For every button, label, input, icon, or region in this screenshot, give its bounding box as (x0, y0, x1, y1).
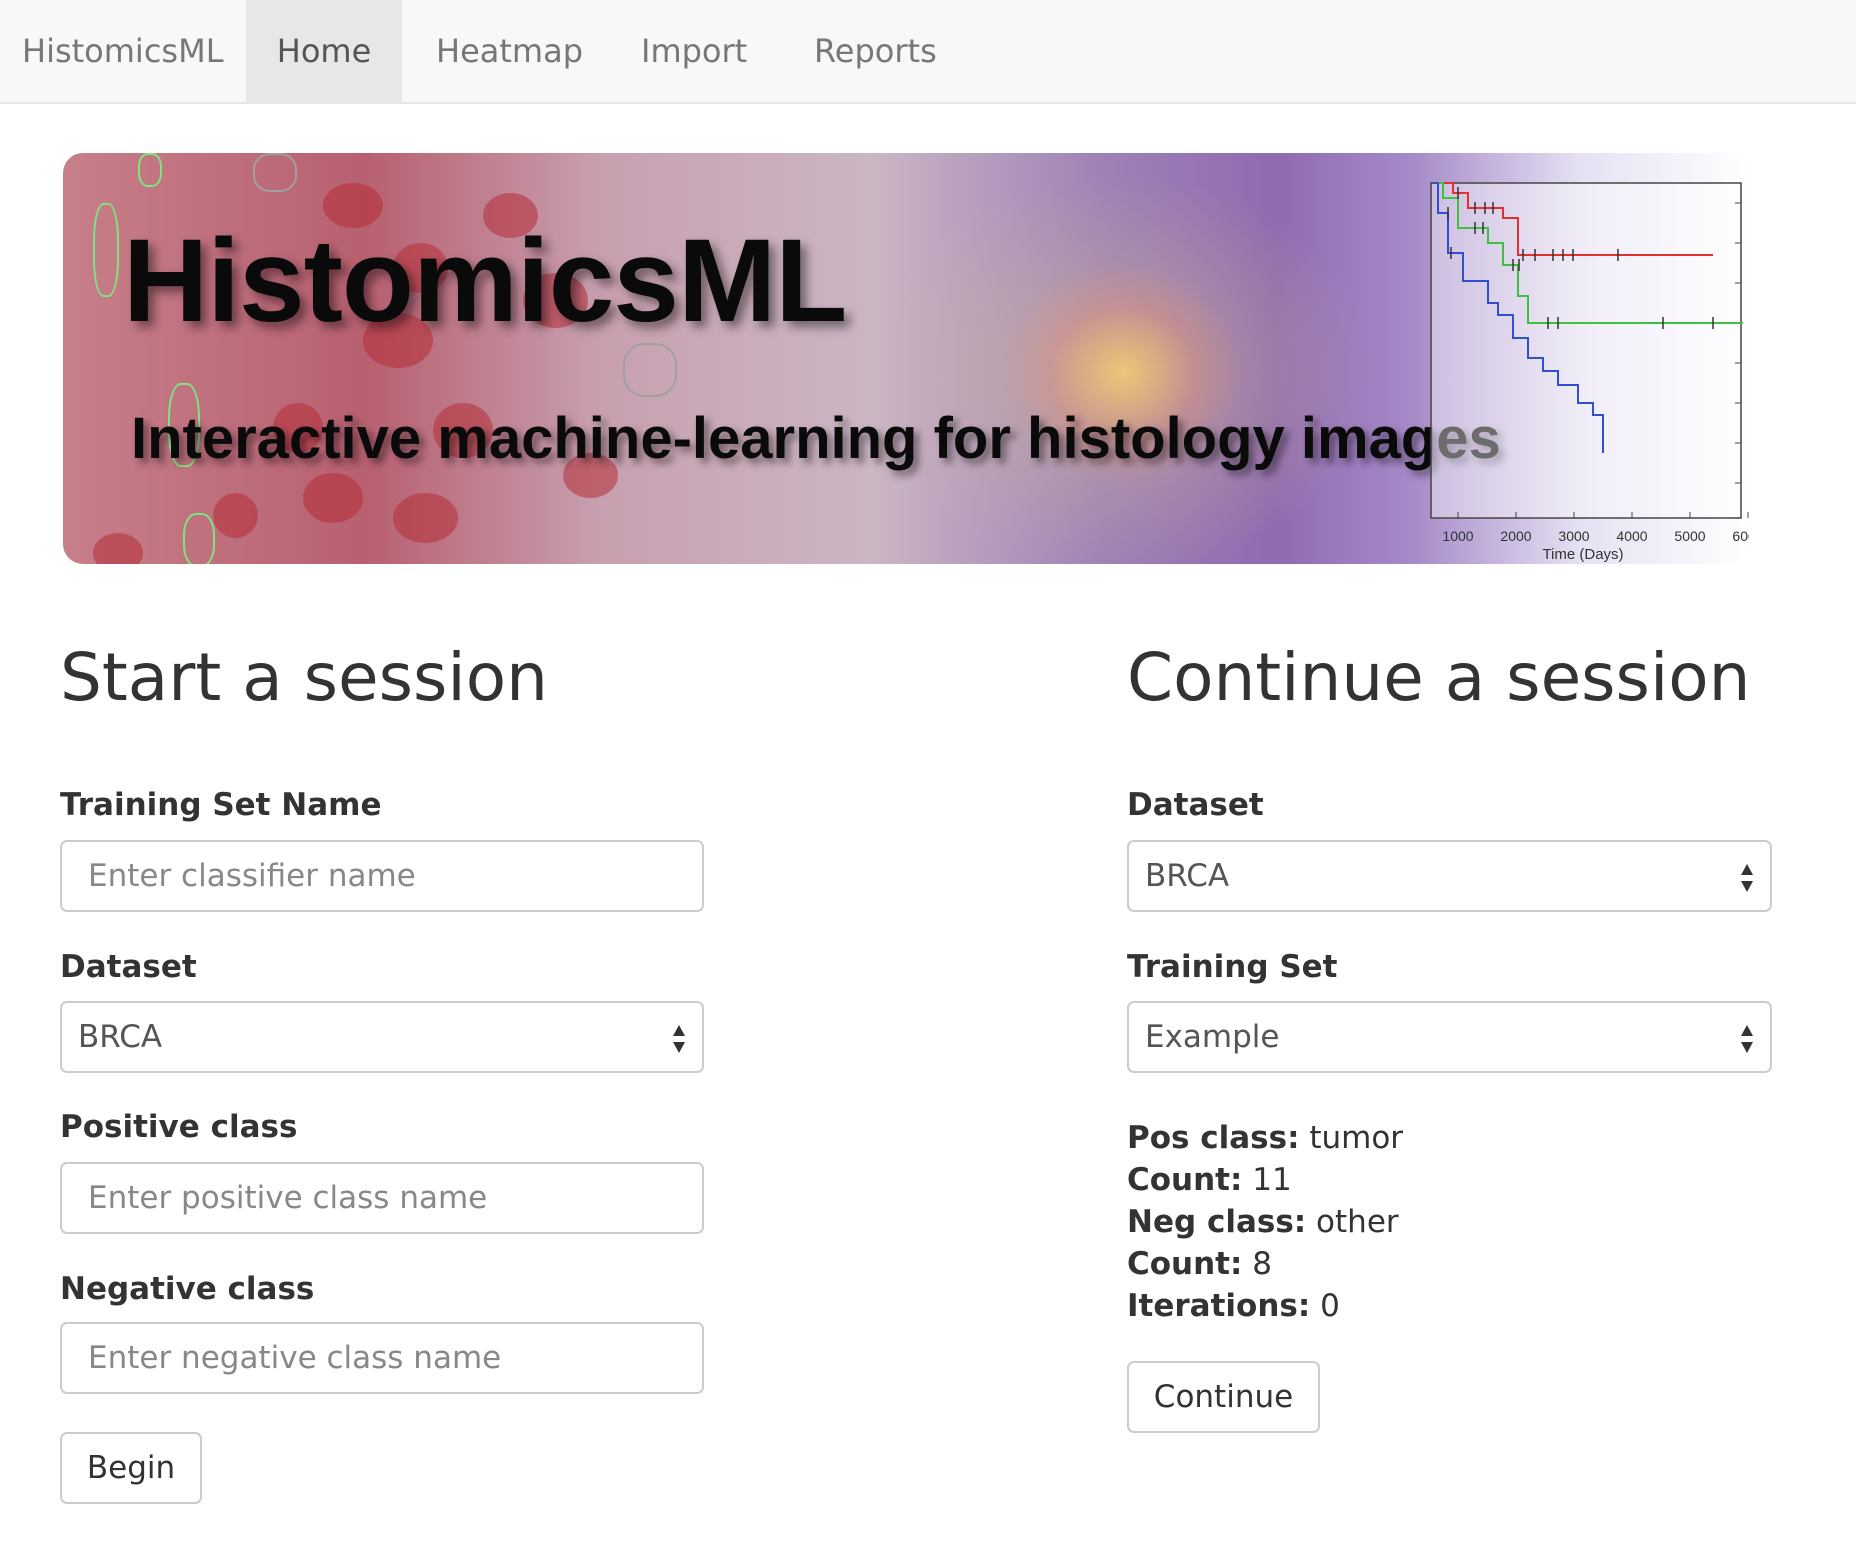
nav-item-import[interactable]: Import (641, 0, 747, 102)
iterations-value: 0 (1320, 1288, 1340, 1324)
select-arrows-icon (673, 1025, 685, 1053)
training-set-label: Training Set (1127, 949, 1338, 985)
continue-button[interactable]: Continue (1127, 1361, 1320, 1433)
start-dataset-select[interactable]: BRCA (60, 1001, 704, 1073)
top-navbar: HistomicsML Home Heatmap Import Reports (0, 0, 1856, 104)
negative-class-input[interactable] (88, 1324, 702, 1392)
banner-title: HistomicsML (123, 215, 847, 347)
positive-class-label: Positive class (60, 1109, 298, 1145)
pos-class-info: Pos class: tumor (1127, 1120, 1403, 1156)
neg-count-label: Count: (1127, 1246, 1243, 1282)
km-x-axis-label: Time (Days) (1542, 546, 1623, 563)
km-x-tick-label: 1000 (1442, 528, 1473, 544)
iterations-info: Iterations: 0 (1127, 1288, 1340, 1324)
negative-class-field (60, 1322, 704, 1394)
km-x-tick-label: 4000 (1616, 528, 1647, 544)
kaplan-meier-chart: 1000 2000 3000 4000 5000 6000 Time (Days) (1430, 182, 1749, 563)
km-x-tick-label: 3000 (1558, 528, 1589, 544)
continue-dataset-value: BRCA (1145, 858, 1230, 894)
positive-class-field (60, 1162, 704, 1234)
training-set-value: Example (1145, 1019, 1280, 1055)
iterations-label: Iterations: (1127, 1288, 1311, 1324)
km-x-tick-label: 6000 (1732, 528, 1749, 544)
continue-session-heading: Continue a session (1127, 639, 1751, 716)
select-arrows-icon (1741, 1025, 1753, 1053)
pos-count-value: 11 (1252, 1162, 1292, 1198)
training-set-name-input[interactable] (88, 842, 702, 910)
neg-class-value: other (1316, 1204, 1399, 1240)
neg-class-info: Neg class: other (1127, 1204, 1399, 1240)
pos-count-info: Count: 11 (1127, 1162, 1292, 1198)
neg-class-label: Neg class: (1127, 1204, 1307, 1240)
nav-item-home[interactable]: Home (246, 0, 402, 102)
begin-button[interactable]: Begin (60, 1432, 202, 1504)
neg-count-info: Count: 8 (1127, 1246, 1272, 1282)
km-x-tick-label: 5000 (1674, 528, 1705, 544)
start-session-heading: Start a session (60, 639, 548, 716)
nav-item-reports[interactable]: Reports (814, 0, 937, 102)
continue-dataset-label: Dataset (1127, 787, 1264, 823)
banner-subtitle: Interactive machine-learning for histolo… (131, 406, 1501, 471)
training-set-name-field (60, 840, 704, 912)
continue-dataset-select[interactable]: BRCA (1127, 840, 1772, 912)
select-arrows-icon (1741, 864, 1753, 892)
navbar-brand[interactable]: HistomicsML (22, 0, 224, 102)
nav-item-heatmap[interactable]: Heatmap (436, 0, 583, 102)
hero-banner: HistomicsML Interactive machine-learning… (63, 153, 1749, 564)
negative-class-label: Negative class (60, 1271, 315, 1307)
km-x-tick-label: 2000 (1500, 528, 1531, 544)
positive-class-input[interactable] (88, 1164, 702, 1232)
training-set-select[interactable]: Example (1127, 1001, 1772, 1073)
training-set-name-label: Training Set Name (60, 787, 382, 823)
pos-class-label: Pos class: (1127, 1120, 1300, 1156)
neg-count-value: 8 (1252, 1246, 1272, 1282)
pos-count-label: Count: (1127, 1162, 1243, 1198)
pos-class-value: tumor (1309, 1120, 1404, 1156)
start-dataset-value: BRCA (78, 1019, 163, 1055)
start-dataset-label: Dataset (60, 949, 197, 985)
